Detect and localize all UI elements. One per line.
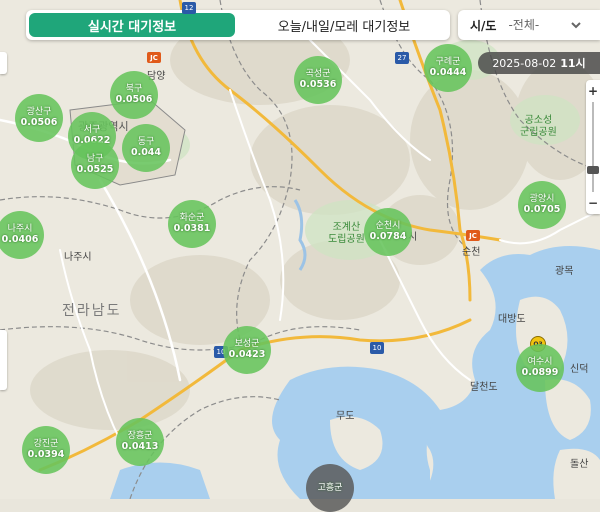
zoom-slider-handle[interactable] <box>587 166 599 174</box>
station-gwangsan[interactable]: 광산구 0.0506 <box>15 94 63 142</box>
station-name: 고흥군 <box>317 482 343 493</box>
junction-marker-2: JC <box>466 230 480 241</box>
station-bukgu[interactable]: 북구 0.0506 <box>110 71 158 119</box>
station-value: 0.0394 <box>27 448 65 460</box>
place-label-jogyesan: 조계산 도립공원 <box>328 222 365 245</box>
zoom-out-button[interactable]: − <box>588 192 598 214</box>
junction-marker-1: JC <box>147 52 161 63</box>
tab-realtime[interactable]: 실시간 대기정보 <box>29 13 235 37</box>
place-label-dalgeo: 달천도 <box>470 382 498 393</box>
station-gangjin[interactable]: 강진군 0.0394 <box>22 426 70 474</box>
timestamp-bar: 2025-08-02 11시 <box>478 52 600 74</box>
place-label-daebang: 대방도 <box>498 314 526 325</box>
place-label-gongsu: 공소성 군립공원 <box>520 115 557 138</box>
station-value: 0.0784 <box>369 230 407 242</box>
station-hwasun[interactable]: 화순군 0.0381 <box>168 200 216 248</box>
station-jangheung[interactable]: 장흥군 0.0413 <box>116 418 164 466</box>
station-value: 0.0899 <box>521 366 559 378</box>
station-gwangyang[interactable]: 광양시 0.0705 <box>518 181 566 229</box>
station-gurye[interactable]: 구례군 0.0444 <box>424 44 472 92</box>
place-label-naju: 나주시 <box>64 252 92 263</box>
place-label-mudo: 무도 <box>336 411 355 422</box>
station-value: 0.0705 <box>523 203 561 215</box>
station-value: 0.0413 <box>121 440 159 452</box>
station-value: 0.0381 <box>173 222 211 234</box>
station-value: 0.0506 <box>115 93 153 105</box>
place-label-jeonnam: 전라남도 <box>62 303 122 319</box>
route-shield-27: 27 <box>395 52 409 64</box>
tab-forecast[interactable]: 오늘/내일/모레 대기정보 <box>238 10 450 40</box>
left-panel-handle[interactable] <box>0 330 7 390</box>
zoom-in-button[interactable]: + <box>588 80 598 102</box>
region-label: 시/도 <box>470 18 497 33</box>
timestamp-hour: 11시 <box>560 57 586 70</box>
station-gokseong[interactable]: 곡성군 0.0536 <box>294 56 342 104</box>
station-value: 0.0525 <box>76 163 114 175</box>
station-value: 0.0406 <box>1 233 39 245</box>
place-label-suncheon: 순천 <box>462 247 481 258</box>
zoom-slider[interactable] <box>587 102 599 192</box>
timestamp-date: 2025-08-02 <box>492 56 557 70</box>
station-yeosu[interactable]: 여수시 0.0899 <box>516 344 564 392</box>
info-tabs: 실시간 대기정보 오늘/내일/모레 대기정보 <box>26 10 450 40</box>
station-value: 0.0536 <box>299 78 337 90</box>
region-select[interactable]: -전체- <box>504 17 585 33</box>
station-value: 0.044 <box>130 146 162 158</box>
station-goheung[interactable]: 고흥군 <box>306 464 354 512</box>
station-namgu[interactable]: 남구 0.0525 <box>71 141 119 189</box>
place-label-sindeok: 신덕 <box>570 364 589 375</box>
region-selector: 시/도 -전체- <box>458 10 600 40</box>
left-panel-toggle[interactable] <box>0 52 7 74</box>
station-value: 0.0423 <box>228 348 266 360</box>
zoom-control: + − <box>586 80 600 214</box>
station-donggu[interactable]: 동구 0.044 <box>122 124 170 172</box>
place-label-ganmok: 광목 <box>555 266 574 277</box>
station-value: 0.0444 <box>429 66 467 78</box>
station-boseong[interactable]: 보성군 0.0423 <box>223 326 271 374</box>
route-shield-12: 12 <box>182 2 196 14</box>
station-value: 0.0506 <box>20 116 58 128</box>
route-shield-10b: 10 <box>370 342 384 354</box>
station-suncheon[interactable]: 순천시 0.0784 <box>364 208 412 256</box>
place-label-dolsan: 돌산 <box>570 459 589 470</box>
